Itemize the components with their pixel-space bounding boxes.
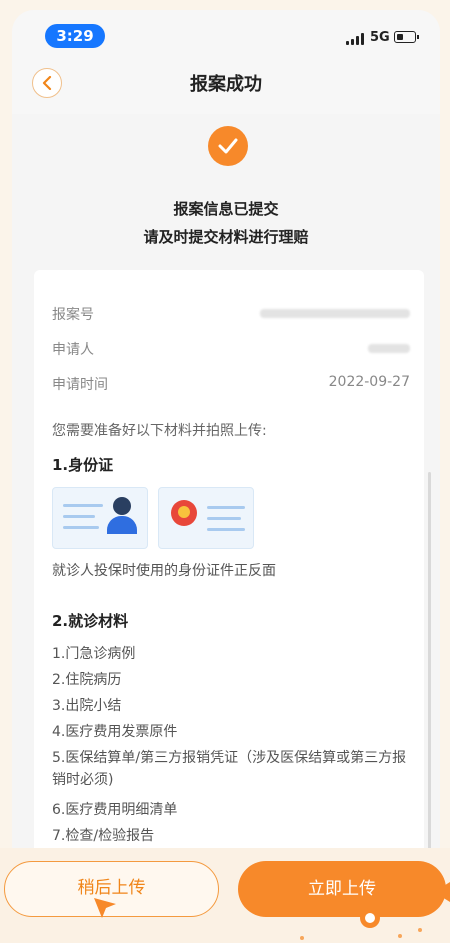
- info-label: 报案号: [52, 307, 94, 323]
- list-item: 1.门急诊病例: [52, 646, 136, 662]
- decor-dot: [300, 936, 304, 940]
- info-label: 申请人: [52, 342, 94, 358]
- network-label: 5G: [370, 30, 390, 45]
- avatar-head-icon: [113, 497, 131, 515]
- success-subtitle: 请及时提交材料进行理赔: [143, 228, 309, 246]
- section-title-id-card: 1.身份证: [52, 456, 114, 474]
- decor-dot: [418, 928, 422, 932]
- redacted-value: [260, 309, 410, 318]
- check-icon: [218, 138, 238, 154]
- upload-now-button[interactable]: 立即上传: [238, 861, 446, 917]
- signal-icon: [346, 33, 366, 45]
- cursor-icon: [94, 898, 116, 918]
- play-arrow-icon: [434, 882, 450, 902]
- status-time: 3:29: [45, 24, 105, 48]
- list-item: 4.医疗费用发票原件: [52, 724, 178, 740]
- info-value: 2022-09-27: [328, 374, 410, 390]
- scrollbar[interactable]: [428, 472, 431, 852]
- phone-screen: 3:29 5G 报案成功 报案信息已提交 请及时提交材料进行理赔 报案号 申请人: [12, 10, 440, 943]
- emblem-icon: [171, 500, 197, 526]
- section-title-medical: 2.就诊材料: [52, 612, 129, 630]
- action-bar: 稍后上传 立即上传: [0, 848, 450, 943]
- battery-icon: [394, 31, 419, 43]
- list-item: 5.医保结算单/第三方报销凭证（涉及医保结算或第三方报销时必须): [52, 750, 407, 788]
- info-label: 申请时间: [52, 377, 108, 393]
- info-row-apply-time: 申请时间 2022-09-27: [52, 374, 410, 394]
- materials-intro: 您需要准备好以下材料并拍照上传:: [52, 423, 267, 439]
- redacted-value: [368, 344, 410, 353]
- list-item: 6.医疗费用明细清单: [52, 802, 178, 818]
- list-item: 7.检查/检验报告: [52, 828, 155, 844]
- avatar-body-icon: [107, 516, 137, 534]
- success-section: 报案信息已提交 请及时提交材料进行理赔: [12, 114, 440, 266]
- info-row-claim-number: 报案号: [52, 304, 410, 324]
- page-title: 报案成功: [190, 74, 262, 95]
- status-bar: 3:29 5G: [12, 10, 440, 58]
- nav-header: 报案成功: [12, 58, 440, 114]
- list-item: 2.住院病历: [52, 672, 122, 688]
- list-item: 3.出院小结: [52, 698, 122, 714]
- decor-dot: [398, 934, 402, 938]
- id-card-description: 就诊人投保时使用的身份证件正反面: [52, 563, 276, 579]
- success-badge: [208, 126, 248, 166]
- info-row-applicant: 申请人: [52, 339, 410, 359]
- success-message: 报案信息已提交: [173, 200, 279, 218]
- id-card-front-image: [52, 487, 148, 549]
- touch-indicator-icon: [360, 908, 380, 928]
- claim-card: 报案号 申请人 申请时间 2022-09-27 您需要准备好以下材料并拍照上传:…: [34, 270, 424, 870]
- id-card-back-image: [158, 487, 254, 549]
